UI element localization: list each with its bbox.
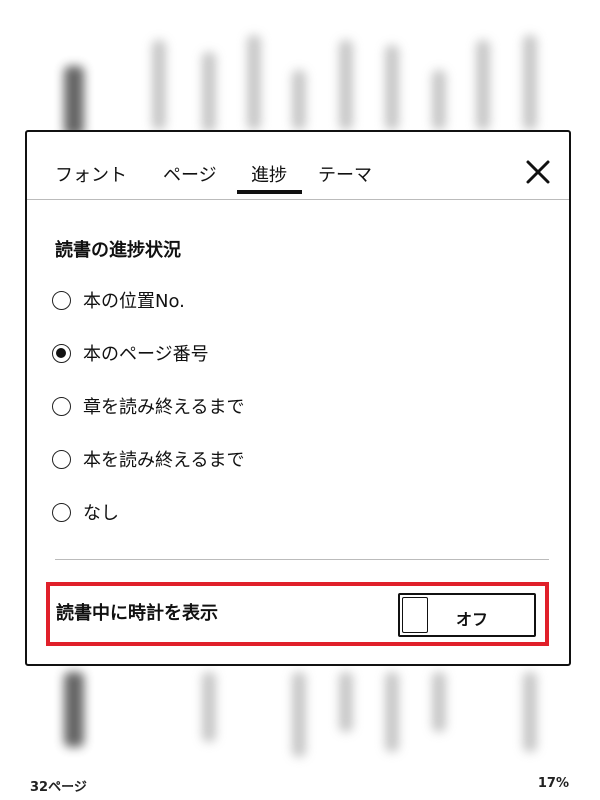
page-number: 32ページ: [30, 780, 87, 795]
radio-button[interactable]: [52, 449, 71, 469]
divider: [55, 559, 549, 560]
section-title: 読書の進捗状況: [55, 240, 181, 261]
option-location-number[interactable]: 本の位置No.: [52, 285, 185, 315]
tab-bar: フォント ページ 進捗 テーマ: [27, 132, 569, 200]
toggle-knob: [402, 597, 428, 633]
option-label: 章を読み終えるまで: [83, 397, 245, 418]
radio-button[interactable]: [52, 396, 71, 416]
toggle-state-label: オフ: [456, 610, 489, 629]
close-button[interactable]: [524, 158, 552, 186]
active-tab-indicator: [237, 190, 302, 194]
radio-button[interactable]: [52, 502, 71, 522]
option-until-chapter-end[interactable]: 章を読み終えるまで: [52, 391, 244, 421]
tab-theme[interactable]: テーマ: [318, 161, 372, 187]
reading-settings-dialog: フォント ページ 進捗 テーマ 読書の進捗状況 本の位置No. 本のページ番号 …: [25, 130, 571, 666]
tab-page[interactable]: ページ: [163, 161, 217, 187]
option-until-book-end[interactable]: 本を読み終えるまで: [52, 444, 244, 474]
option-none[interactable]: なし: [52, 497, 119, 527]
option-label: なし: [83, 503, 119, 524]
option-label: 本の位置No.: [83, 291, 185, 312]
tab-font[interactable]: フォント: [55, 161, 127, 187]
radio-button[interactable]: [52, 290, 71, 310]
clock-toggle[interactable]: オフ: [398, 593, 536, 637]
radio-button-selected[interactable]: [52, 343, 71, 363]
close-icon: [526, 160, 550, 184]
option-label: 本のページ番号: [83, 344, 209, 365]
option-page-number[interactable]: 本のページ番号: [52, 338, 209, 368]
tab-progress[interactable]: 進捗: [251, 161, 287, 187]
clock-setting-label: 読書中に時計を表示: [56, 603, 218, 624]
progress-percent: 17%: [537, 776, 569, 791]
option-label: 本を読み終えるまで: [83, 450, 245, 471]
